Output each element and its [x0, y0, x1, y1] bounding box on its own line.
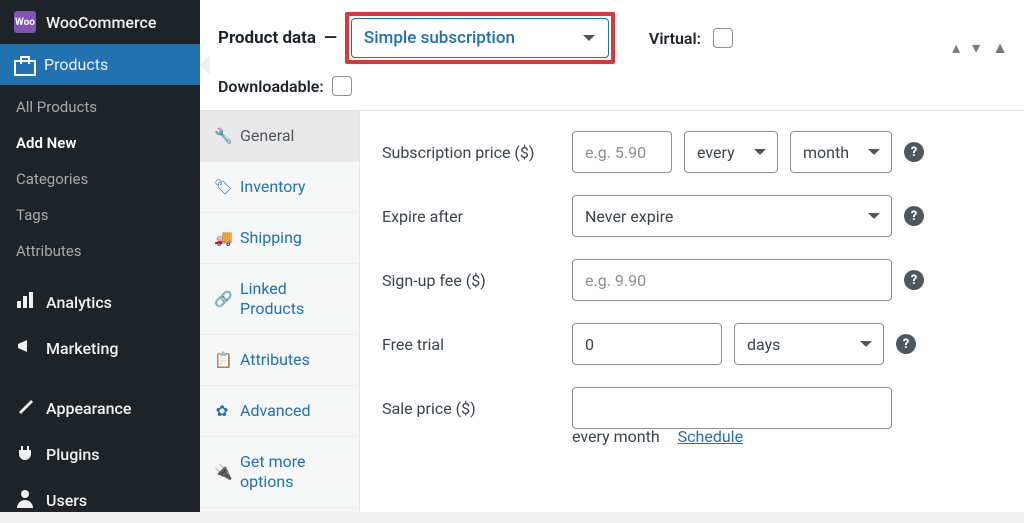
downloadable-checkbox[interactable] — [332, 76, 352, 96]
tab-advanced[interactable]: ✿ Advanced — [200, 386, 359, 437]
expire-after-select[interactable]: Never expire — [572, 195, 892, 237]
wrench-icon: 🔧 — [214, 127, 230, 146]
sidebar-item-plugins[interactable]: Plugins — [0, 431, 200, 477]
virtual-label: Virtual: — [649, 29, 701, 48]
link-icon: 🔗 — [214, 290, 230, 309]
sidebar-sub-attributes[interactable]: Attributes — [0, 233, 200, 269]
panel-collapse-icon[interactable]: ▲ — [992, 38, 1008, 58]
sidebar-sub-all-products[interactable]: All Products — [0, 89, 200, 125]
analytics-label: Analytics — [46, 293, 112, 312]
appearance-label: Appearance — [46, 399, 131, 418]
sidebar-item-analytics[interactable]: Analytics — [0, 279, 200, 325]
woocommerce-icon: Woo — [14, 11, 36, 33]
general-fields: Subscription price ($) every month ? Exp… — [360, 111, 1024, 512]
virtual-checkbox[interactable] — [713, 28, 733, 48]
sidebar-item-users[interactable]: Users — [0, 477, 200, 523]
product-type-select[interactable]: Simple subscription — [351, 18, 609, 58]
megaphone-icon — [14, 336, 36, 360]
tab-linked-label: Linked Products — [240, 279, 345, 319]
tab-advanced-label: Advanced — [240, 401, 311, 421]
tab-linked-products[interactable]: 🔗 Linked Products — [200, 264, 359, 335]
tag-icon: 🏷 — [214, 178, 230, 197]
user-icon — [14, 488, 36, 512]
signup-fee-label: Sign-up fee ($) — [382, 271, 572, 290]
sidebar-item-woocommerce[interactable]: Woo WooCommerce — [0, 0, 200, 44]
tab-inventory-label: Inventory — [240, 177, 306, 197]
product-type-highlight: Simple subscription — [345, 12, 615, 64]
schedule-link[interactable]: Schedule — [678, 427, 743, 446]
marketing-label: Marketing — [46, 339, 118, 358]
sale-price-label: Sale price ($) — [382, 399, 572, 418]
product-data-title: Product data — [218, 28, 316, 48]
tab-shipping[interactable]: 🚚 Shipping — [200, 213, 359, 264]
product-data-panel: Product data — Simple subscription Virtu… — [200, 0, 1024, 512]
analytics-icon — [14, 290, 36, 314]
free-trial-label: Free trial — [382, 335, 572, 354]
tab-attributes[interactable]: 📋 Attributes — [200, 335, 359, 386]
subscription-price-label: Subscription price ($) — [382, 143, 572, 162]
brush-icon — [14, 396, 36, 420]
signup-fee-input[interactable] — [572, 259, 892, 301]
help-icon[interactable]: ? — [904, 142, 924, 162]
sidebar-sub-add-new[interactable]: Add New — [0, 125, 200, 161]
plug-icon — [14, 442, 36, 466]
plug-small-icon: 🔌 — [214, 463, 230, 482]
gear-icon: ✿ — [214, 402, 230, 421]
panel-up-icon[interactable]: ▴ — [952, 38, 960, 58]
sidebar-item-products[interactable]: Products — [0, 44, 200, 85]
admin-sidebar: Woo WooCommerce Products All Products Ad… — [0, 0, 200, 512]
help-icon[interactable]: ? — [904, 206, 924, 226]
users-label: Users — [46, 491, 87, 510]
billing-period-select[interactable]: month — [790, 131, 892, 173]
tab-shipping-label: Shipping — [240, 228, 302, 248]
tab-inventory[interactable]: 🏷 Inventory — [200, 162, 359, 213]
billing-interval-select[interactable]: every — [684, 131, 778, 173]
truck-icon: 🚚 — [214, 229, 230, 248]
panel-down-icon[interactable]: ▾ — [972, 38, 980, 58]
tab-attributes-label: Attributes — [240, 350, 310, 370]
woocommerce-label: WooCommerce — [46, 13, 156, 32]
products-label: Products — [44, 55, 108, 74]
sidebar-item-marketing[interactable]: Marketing — [0, 325, 200, 371]
downloadable-label: Downloadable: — [218, 77, 324, 96]
tab-more-label: Get more options — [240, 452, 345, 492]
expire-after-label: Expire after — [382, 207, 572, 226]
sidebar-sub-tags[interactable]: Tags — [0, 197, 200, 233]
sale-price-note: every month — [572, 427, 660, 446]
tab-general[interactable]: 🔧 General — [200, 111, 359, 162]
help-icon[interactable]: ? — [904, 270, 924, 290]
free-trial-input[interactable] — [572, 323, 722, 365]
free-trial-unit-select[interactable]: days — [734, 323, 884, 365]
tab-get-more[interactable]: 🔌 Get more options — [200, 437, 359, 508]
subscription-price-input[interactable] — [572, 131, 672, 173]
panel-header: Product data — Simple subscription Virtu… — [200, 0, 1024, 111]
plugins-label: Plugins — [46, 445, 99, 464]
sidebar-sub-categories[interactable]: Categories — [0, 161, 200, 197]
help-icon[interactable]: ? — [896, 334, 916, 354]
tab-general-label: General — [240, 126, 294, 146]
list-icon: 📋 — [214, 351, 230, 370]
products-icon — [14, 56, 34, 74]
product-data-tabs: 🔧 General 🏷 Inventory 🚚 Shipping 🔗 Linke… — [200, 111, 360, 512]
products-submenu: All Products Add New Categories Tags Att… — [0, 85, 200, 279]
sidebar-item-appearance[interactable]: Appearance — [0, 385, 200, 431]
dash: — — [324, 28, 337, 48]
sale-price-input[interactable] — [572, 387, 892, 429]
